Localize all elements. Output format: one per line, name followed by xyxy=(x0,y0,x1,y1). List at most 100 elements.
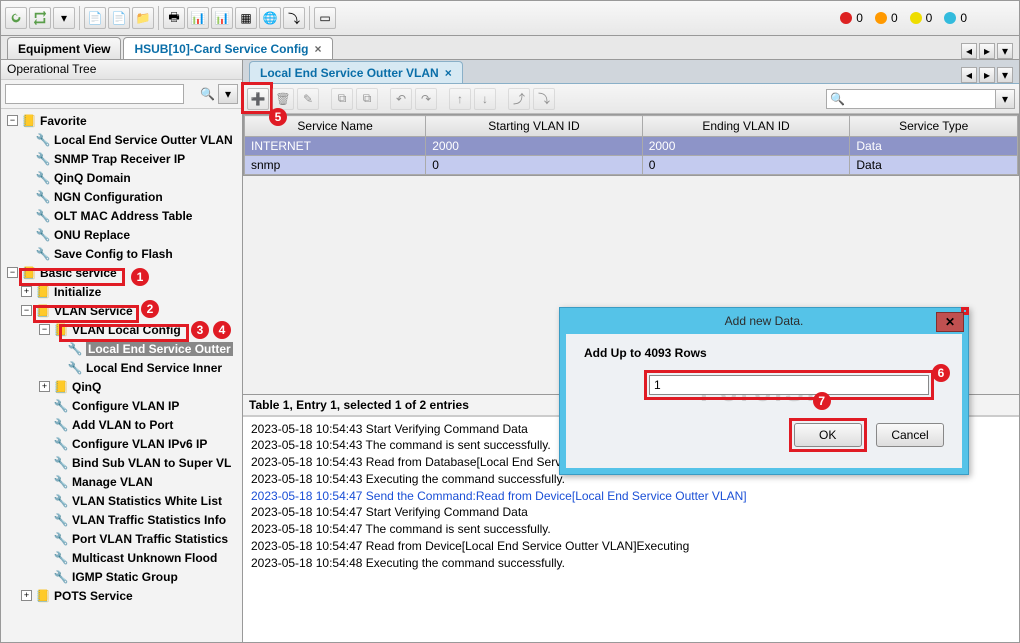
inner-tab-prev[interactable]: ◂ xyxy=(961,67,977,83)
inner-tab-next[interactable]: ▸ xyxy=(979,67,995,83)
tree-item[interactable]: 🔧Bind Sub VLAN to Super VL xyxy=(1,453,242,472)
tree-item[interactable]: 🔧Local End Service Outter VLAN xyxy=(1,130,242,149)
table-row[interactable]: INTERNET20002000Data xyxy=(245,137,1018,156)
search-dropdown[interactable]: ▾ xyxy=(218,84,238,104)
tb-delete: 🗑 xyxy=(272,88,294,110)
tree-vlan-service[interactable]: −📒VLAN Service xyxy=(1,301,242,320)
tab-label: HSUB[10]-Card Service Config xyxy=(134,42,308,56)
table-search-dropdown[interactable]: ▾ xyxy=(995,89,1015,109)
dialog-close-button[interactable]: ✕ xyxy=(936,312,964,332)
tab-label: Equipment View xyxy=(18,42,110,56)
search-icon: 🔍 xyxy=(200,87,215,101)
log-line: 2023-05-18 10:54:47 The command is sent … xyxy=(251,521,1011,538)
tb-doc[interactable]: 📄 xyxy=(84,7,106,29)
vlan-table: Service Name Starting VLAN ID Ending VLA… xyxy=(244,115,1018,175)
col-header[interactable]: Starting VLAN ID xyxy=(426,116,642,137)
tree-item[interactable]: 🔧VLAN Traffic Statistics Info xyxy=(1,510,242,529)
tb-report1[interactable]: 📊 xyxy=(187,7,209,29)
tree-item[interactable]: 🔧Add VLAN to Port xyxy=(1,415,242,434)
cancel-button[interactable]: Cancel xyxy=(876,423,944,447)
tb-grid[interactable]: ▦ xyxy=(235,7,257,29)
table-search-input[interactable] xyxy=(826,89,996,109)
tb-dropdown1[interactable]: ▾ xyxy=(53,7,75,29)
tree-item[interactable]: 🔧Configure VLAN IP xyxy=(1,396,242,415)
status-indicators: 0 0 0 0 xyxy=(840,11,1015,25)
col-header[interactable]: Ending VLAN ID xyxy=(642,116,850,137)
status-red-icon xyxy=(840,12,852,24)
wrench-icon: 🔧 xyxy=(53,417,69,433)
tb-doc2[interactable]: 📄 xyxy=(108,7,130,29)
left-sidebar: Operational Tree 🔍 ▾ 1 2 3 4 −📒Favorite … xyxy=(1,60,243,642)
tab-nav-next[interactable]: ▸ xyxy=(979,43,995,59)
tree-item[interactable]: 🔧OLT MAC Address Table xyxy=(1,206,242,225)
log-line: 2023-05-18 10:54:48 Executing the comman… xyxy=(251,555,1011,572)
log-line: 2023-05-18 10:54:47 Read from Device[Loc… xyxy=(251,538,1011,555)
dialog-label: Add Up to 4093 Rows xyxy=(584,346,944,360)
sidebar-header: Operational Tree xyxy=(1,60,242,80)
ok-button[interactable]: OK xyxy=(794,423,862,447)
tb-sync[interactable] xyxy=(29,7,51,29)
table-row[interactable]: snmp00Data xyxy=(245,156,1018,175)
wrench-icon: 🔧 xyxy=(35,132,51,148)
tree-local-end-outter[interactable]: 🔧Local End Service Outter xyxy=(1,339,242,358)
tb-import[interactable]: ⤵ xyxy=(283,7,305,29)
col-header[interactable]: Service Type xyxy=(850,116,1018,137)
tb-copy: ⧉ xyxy=(331,88,353,110)
tree-basic-service[interactable]: −📒Basic service xyxy=(1,263,242,282)
status-cyan-icon xyxy=(944,12,956,24)
tree-item[interactable]: 🔧Save Config to Flash xyxy=(1,244,242,263)
status-yellow-icon xyxy=(910,12,922,24)
wrench-icon: 🔧 xyxy=(53,436,69,452)
log-line: 2023-05-18 10:54:47 Send the Command:Rea… xyxy=(251,488,1011,505)
rows-input[interactable] xyxy=(649,375,929,395)
tree-item[interactable]: 🔧SNMP Trap Receiver IP xyxy=(1,149,242,168)
tree-item[interactable]: 🔧Port VLAN Traffic Statistics xyxy=(1,529,242,548)
tree-item[interactable]: 🔧Multicast Unknown Flood xyxy=(1,548,242,567)
tree-local-end-inner[interactable]: 🔧Local End Service Inner xyxy=(1,358,242,377)
folder-icon: 📒 xyxy=(53,322,69,338)
tree-item[interactable]: 🔧QinQ Domain xyxy=(1,168,242,187)
top-toolbar: ▾ 📄 📄 📁 🖶 📊 📊 ▦ 🌐 ⤵ ▭ 0 0 0 0 xyxy=(1,1,1019,36)
tree-item[interactable]: 🔧NGN Configuration xyxy=(1,187,242,206)
inner-tab-vlan-outter[interactable]: Local End Service Outter VLAN× xyxy=(249,61,463,83)
status-orange-icon xyxy=(875,12,887,24)
tree-pots-service[interactable]: +📒POTS Service xyxy=(1,586,242,605)
tab-nav-list[interactable]: ▾ xyxy=(997,43,1013,59)
tb-print[interactable]: 🖶 xyxy=(163,7,185,29)
tree-item[interactable]: 🔧IGMP Static Group xyxy=(1,567,242,586)
tb-globe[interactable]: 🌐 xyxy=(259,7,281,29)
wrench-icon: 🔧 xyxy=(67,360,83,376)
close-icon[interactable]: × xyxy=(445,66,452,80)
tree-item[interactable]: 🔧Configure VLAN IPv6 IP xyxy=(1,434,242,453)
folder-icon: 📒 xyxy=(35,303,51,319)
tb-refresh[interactable] xyxy=(5,7,27,29)
tab-card-service-config[interactable]: HSUB[10]-Card Service Config × xyxy=(123,37,332,59)
wrench-icon: 🔧 xyxy=(53,569,69,585)
inner-tab-list[interactable]: ▾ xyxy=(997,67,1013,83)
close-icon[interactable]: × xyxy=(315,42,322,56)
tb-report2[interactable]: 📊 xyxy=(211,7,233,29)
tree-favorite[interactable]: −📒Favorite xyxy=(1,111,242,130)
wrench-icon: 🔧 xyxy=(53,474,69,490)
tree-item[interactable]: 🔧Manage VLAN xyxy=(1,472,242,491)
wrench-icon: 🔧 xyxy=(35,208,51,224)
tb-view[interactable]: ▭ xyxy=(314,7,336,29)
tb-folder[interactable]: 📁 xyxy=(132,7,154,29)
tree-item[interactable]: 🔧VLAN Statistics White List xyxy=(1,491,242,510)
dialog-title: Add new Data. ✕ xyxy=(560,308,968,334)
tb-redo: ↷ xyxy=(415,88,437,110)
tb-movedn: ↓ xyxy=(474,88,496,110)
right-panel: Local End Service Outter VLAN× ◂ ▸ ▾ 5 ➕… xyxy=(243,60,1019,642)
folder-icon: 📒 xyxy=(53,379,69,395)
wrench-icon: 🔧 xyxy=(35,246,51,262)
wrench-icon: 🔧 xyxy=(67,341,83,357)
wrench-icon: 🔧 xyxy=(53,550,69,566)
tree-initialize[interactable]: +📒Initialize xyxy=(1,282,242,301)
tree-item[interactable]: 🔧ONU Replace xyxy=(1,225,242,244)
main-tab-strip: Equipment View HSUB[10]-Card Service Con… xyxy=(1,36,1019,60)
tree-qinq[interactable]: +📒QinQ xyxy=(1,377,242,396)
tab-equipment-view[interactable]: Equipment View xyxy=(7,37,121,59)
tree-search-input[interactable] xyxy=(5,84,184,104)
tb-add-row[interactable]: ➕ xyxy=(247,88,269,110)
tab-nav-prev[interactable]: ◂ xyxy=(961,43,977,59)
